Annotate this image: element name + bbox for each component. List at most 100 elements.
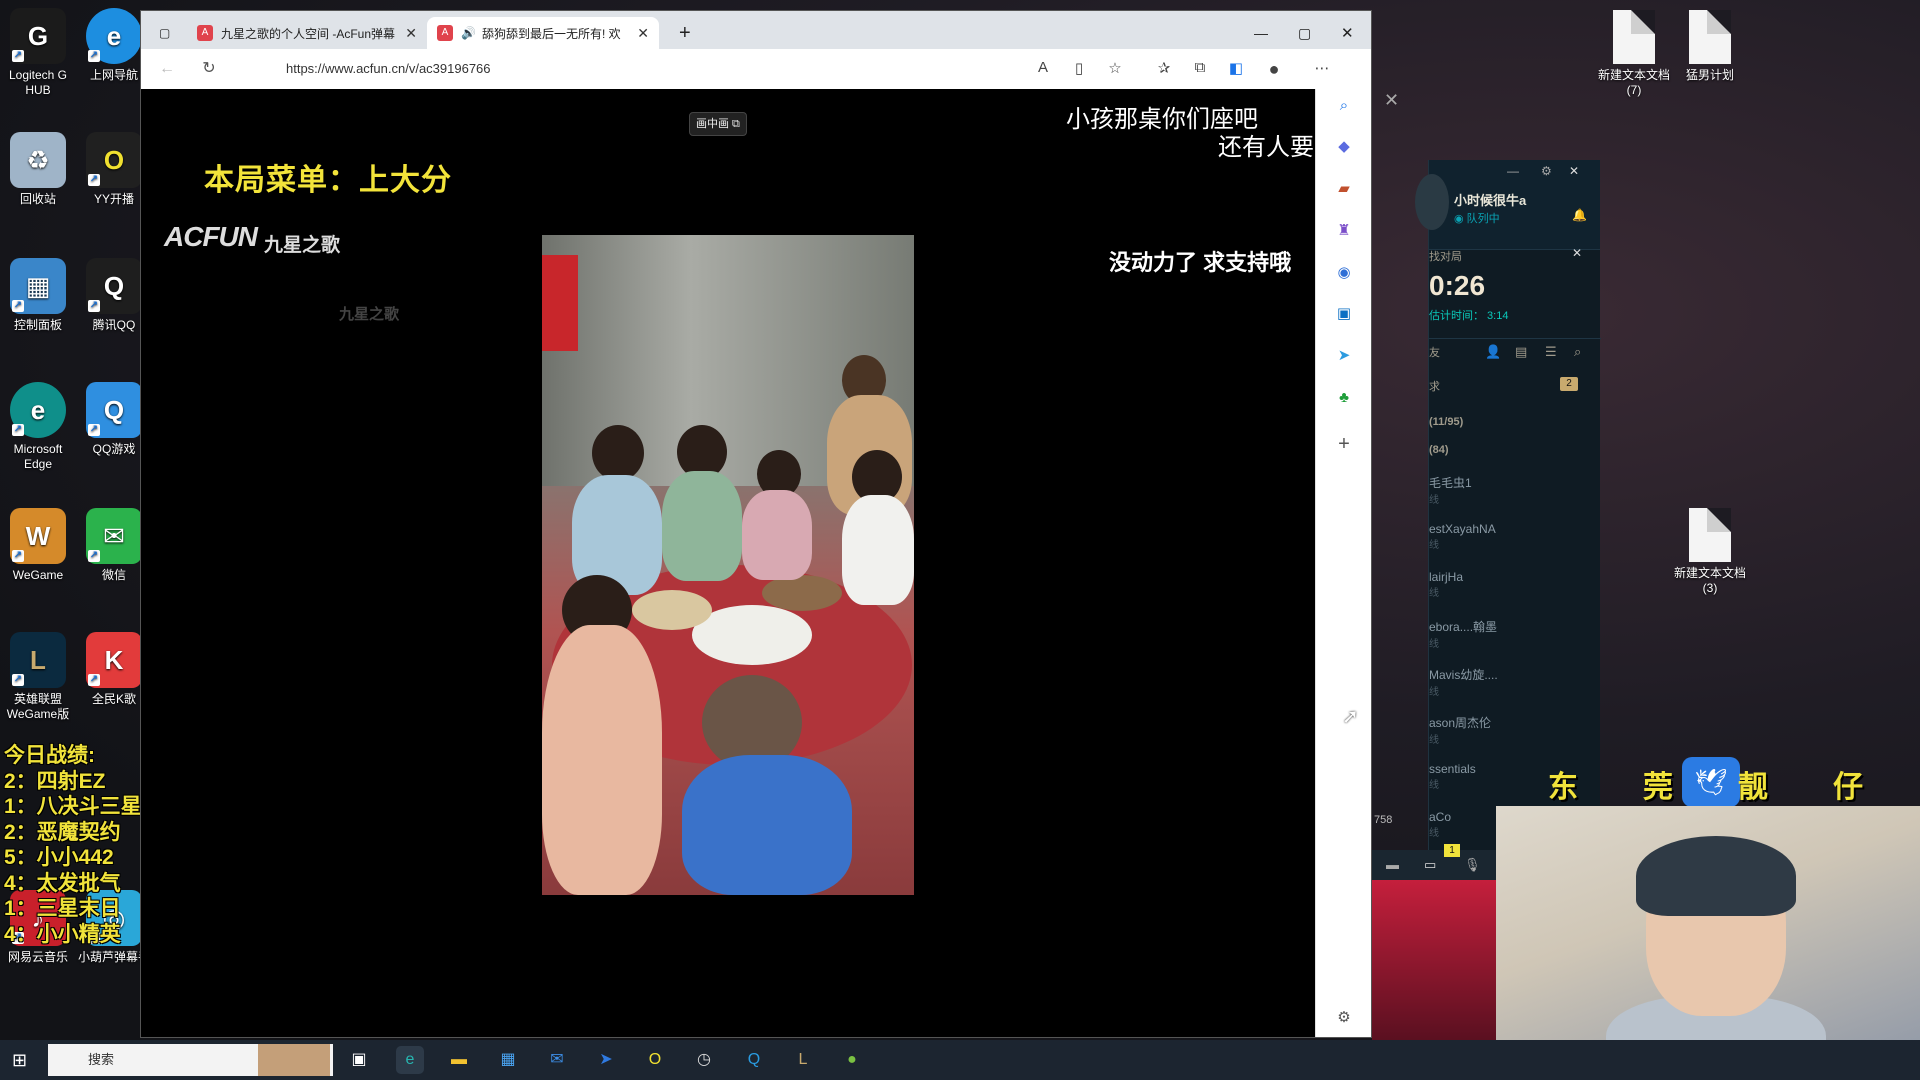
add-icon[interactable]: + <box>1333 433 1355 455</box>
desktop-icon-lol[interactable]: L ↗ 英雄联盟 WeGame版 <box>0 632 76 722</box>
search-icon[interactable]: ⌕ <box>1333 95 1355 117</box>
overlay-char: 靓 <box>1738 771 1768 804</box>
shopping-icon[interactable]: ◆ <box>1333 136 1355 158</box>
minimize-button[interactable]: — <box>1244 17 1278 49</box>
speaker-icon[interactable]: 🔊 <box>461 26 476 40</box>
more-menu-icon[interactable]: ⋯ <box>1311 59 1333 77</box>
task-view-icon[interactable]: ▣ <box>345 1046 373 1074</box>
office-icon[interactable]: ◉ <box>1333 262 1355 284</box>
edge-taskbar-icon[interactable]: e <box>396 1046 424 1074</box>
ksong-icon: K ↗ <box>86 632 142 688</box>
text-file-icon <box>1613 10 1655 64</box>
gauge-app-icon[interactable]: ◷ <box>690 1046 718 1074</box>
search-icon[interactable]: ⌕ <box>1574 344 1581 360</box>
tab-acfun-space[interactable]: A 九星之歌的个人空间 -AcFun弹幕 ✕ <box>187 17 427 49</box>
tab-video-active[interactable]: A 🔊 舔狗舔到最后一无所有! 欢 ✕ <box>427 17 659 49</box>
chat-icon[interactable]: ▬ <box>1386 857 1399 872</box>
estimated-time: 估计时间： 3:14 <box>1429 310 1509 322</box>
desktop-icon-control-panel[interactable]: ▦ ↗ 控制面板 <box>0 258 76 333</box>
desktop-icon-logitech[interactable]: G ↗ Logitech G HUB <box>0 8 76 98</box>
collections-icon[interactable]: ⧉ <box>1189 59 1211 76</box>
add-friend-icon[interactable]: 👤 <box>1485 344 1501 360</box>
friend-item[interactable]: Mavis幼旋.... 线 <box>1429 666 1498 698</box>
file-explorer-icon[interactable]: ▬ <box>445 1046 473 1074</box>
settings-gear-icon[interactable]: ⚙ <box>1333 1007 1355 1029</box>
friend-item[interactable]: lairjHa 线 <box>1429 570 1463 599</box>
bell-icon[interactable]: 🔔 <box>1572 208 1587 222</box>
reader-view-icon[interactable]: ▯ <box>1068 59 1090 77</box>
add-favorite-icon[interactable]: ☆ <box>1104 59 1126 77</box>
edge-icon: e ↗ <box>10 382 66 438</box>
tools-icon[interactable]: ▰ <box>1333 178 1355 200</box>
lol-taskbar-icon[interactable]: L <box>789 1046 817 1074</box>
tree-icon[interactable]: ♣ <box>1333 387 1355 409</box>
refresh-button[interactable]: ↻ <box>198 58 220 80</box>
favorites-icon[interactable]: ✰ <box>1153 59 1175 77</box>
desktop-file-plan[interactable]: 猛男计划 <box>1672 10 1748 83</box>
outlook-icon[interactable]: ▣ <box>1333 303 1355 325</box>
close-icon[interactable]: ✕ <box>1569 164 1579 178</box>
gear-icon[interactable]: ⚙ <box>1541 164 1552 178</box>
desktop-file-new-text-3[interactable]: 新建文本文档 (3) <box>1672 508 1748 596</box>
cancel-queue-icon[interactable]: ✕ <box>1572 246 1582 260</box>
video-frame[interactable] <box>542 235 914 895</box>
friend-group[interactable]: (84) <box>1429 444 1449 456</box>
url-field[interactable]: https://www.acfun.cn/v/ac39196766 <box>241 55 1121 83</box>
overlay-char: 仔 <box>1833 771 1863 804</box>
add-folder-icon[interactable]: ▤ <box>1515 344 1527 360</box>
tab-actions-icon[interactable]: ▢ <box>149 17 175 49</box>
mail-icon[interactable]: ✉ <box>543 1046 571 1074</box>
back-button[interactable]: ← <box>156 58 178 80</box>
bird-app-icon[interactable]: ➤ <box>592 1046 620 1074</box>
avatar[interactable] <box>1415 174 1449 230</box>
qq-game-icon: Q ↗ <box>86 382 142 438</box>
microphone-icon[interactable]: 🎙 <box>1464 857 1481 873</box>
yy-taskbar-icon[interactable]: O <box>641 1046 669 1074</box>
friend-item[interactable]: ason周杰伦线 <box>1429 714 1491 746</box>
desktop-icon-edge[interactable]: e ↗ Microsoft Edge <box>0 382 76 472</box>
read-aloud-icon[interactable]: A <box>1032 59 1054 76</box>
close-icon[interactable]: ✕ <box>1384 90 1399 111</box>
address-bar: ← ↻ 🔒 https://www.acfun.cn/v/ac39196766 … <box>141 49 1371 89</box>
desktop-file-new-text-7[interactable]: 新建文本文档 (7) <box>1596 10 1672 98</box>
recycle-bin-icon: ♻ <box>10 132 66 188</box>
friend-requests-label: 求 <box>1429 381 1440 393</box>
queue-status: ◉ 队列中 <box>1454 213 1500 225</box>
qq-browser-icon[interactable]: Q <box>740 1046 768 1074</box>
mouse-cursor-icon: ➚ <box>1342 706 1359 728</box>
send-icon[interactable]: ➤ <box>1333 345 1355 367</box>
friend-group[interactable]: (11/95) <box>1429 416 1463 428</box>
summoner-name: 小时候很牛a <box>1454 193 1527 208</box>
extension-icon[interactable]: ◧ <box>1225 59 1247 77</box>
video-watermark: 九星之歌 <box>339 306 400 323</box>
red-panel <box>1372 880 1496 1040</box>
list-icon[interactable]: ☰ <box>1545 344 1557 360</box>
close-tab-icon[interactable]: ✕ <box>405 25 417 42</box>
profile-avatar[interactable]: ● <box>1263 59 1285 80</box>
windows-start-icon[interactable]: ⊞ <box>12 1050 27 1071</box>
friend-item[interactable]: estXayahNA 线 <box>1429 522 1496 551</box>
notification-icon[interactable]: ▭ <box>1424 857 1436 873</box>
close-tab-icon[interactable]: ✕ <box>637 25 649 42</box>
picture-in-picture-button[interactable]: 画中画 ⧉ <box>689 112 747 136</box>
minimize-icon[interactable]: — <box>1507 164 1519 178</box>
green-app-icon[interactable]: ● <box>838 1046 866 1074</box>
close-window-button[interactable]: ✕ <box>1331 17 1364 49</box>
browser-window: ▢ A 九星之歌的个人空间 -AcFun弹幕 ✕ A 🔊 舔狗舔到最后一无所有!… <box>140 10 1372 1038</box>
desktop-icon-recycle-bin[interactable]: ♻ 回收站 <box>0 132 76 207</box>
friend-item[interactable]: ebora....翰墨线 <box>1429 618 1497 650</box>
video-player[interactable]: 画中画 ⧉ 本局菜单：上大分 ACFUN 九星之歌 九星之歌 小孩那桌你们座吧 … <box>141 89 1315 1037</box>
lol-client-panel: 小时候很牛a ◉ 队列中 — ⚙ ✕ 🔔 找对局 ✕ 0:26 估计时间： 3:… <box>1415 160 1601 860</box>
desktop-icon-wegame[interactable]: W ↗ WeGame <box>0 508 76 583</box>
friend-item[interactable]: aCo 线 <box>1429 810 1451 839</box>
games-icon[interactable]: ♜ <box>1333 220 1355 242</box>
friend-item[interactable]: ssentials 线 <box>1429 762 1476 791</box>
side-number: 758 <box>1374 814 1393 826</box>
store-icon[interactable]: ▦ <box>494 1046 522 1074</box>
danmaku-comment: 没动力了 求支持哦 <box>1109 250 1292 275</box>
new-tab-button[interactable]: + <box>669 17 701 49</box>
overlay-char: 东 <box>1548 771 1578 804</box>
friend-item[interactable]: 毛毛虫1 线 <box>1429 474 1472 506</box>
maximize-button[interactable]: ▢ <box>1288 17 1321 49</box>
mini-toolbar: ▬ ▭ 1 🎙 <box>1372 844 1496 880</box>
